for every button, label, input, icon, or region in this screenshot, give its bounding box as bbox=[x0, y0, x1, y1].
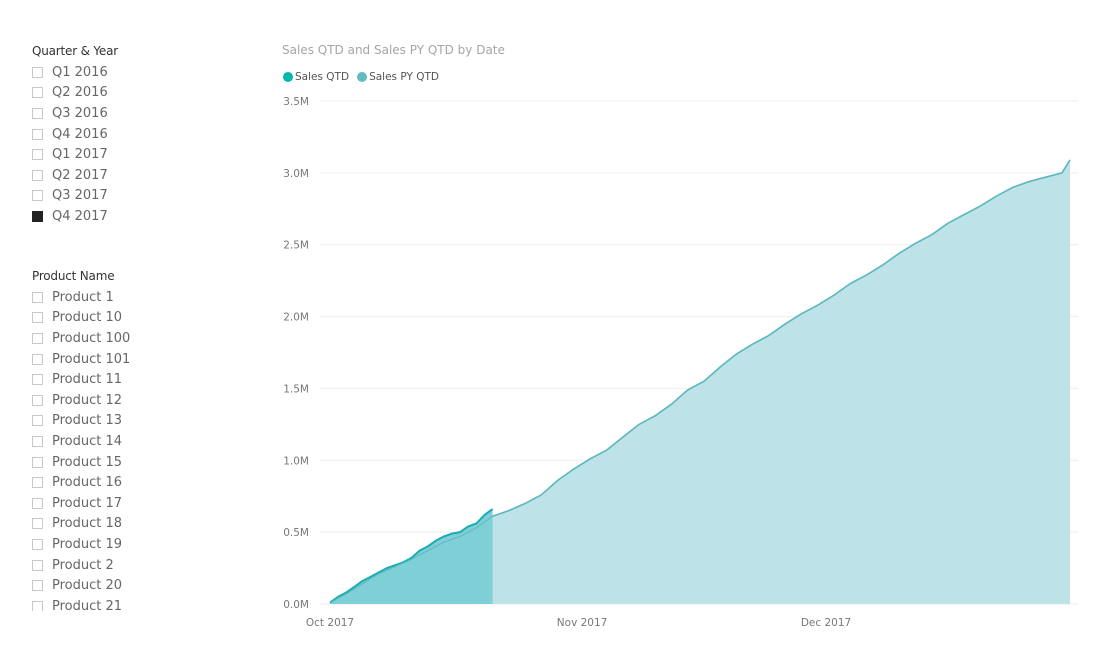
y-tick-label: 0.5M bbox=[283, 527, 309, 539]
y-tick-label: 1.5M bbox=[283, 383, 309, 395]
y-tick-label: 0.0M bbox=[283, 599, 309, 611]
sales-qtd-area bbox=[330, 509, 493, 604]
y-tick-label: 2.5M bbox=[283, 240, 309, 252]
x-tick-label: Dec 2017 bbox=[801, 617, 851, 629]
x-tick-label: Nov 2017 bbox=[557, 617, 608, 629]
y-tick-label: 3.0M bbox=[283, 168, 309, 180]
y-tick-label: 1.0M bbox=[283, 455, 309, 467]
area-chart: 0.0M 0.5M 1.0M 1.5M 2.0M 2.5M 3.0M 3.5M Oct 2017… bbox=[283, 96, 1078, 629]
x-tick-label: Oct 2017 bbox=[306, 617, 354, 629]
y-tick-label: 2.0M bbox=[283, 312, 309, 324]
y-tick-label: 3.5M bbox=[283, 96, 309, 108]
